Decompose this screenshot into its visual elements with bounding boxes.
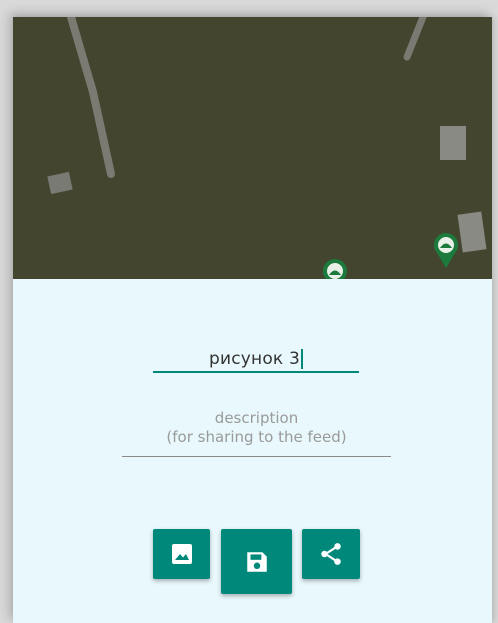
save-button[interactable] xyxy=(221,529,292,594)
drawing-name-input[interactable]: рисунок 3 xyxy=(153,343,359,373)
save-icon xyxy=(246,551,267,572)
image-icon xyxy=(171,544,192,564)
map-view[interactable] xyxy=(13,17,492,279)
map-building xyxy=(440,126,466,160)
add-image-button[interactable] xyxy=(153,529,210,579)
map-canvas xyxy=(47,17,487,279)
map-building xyxy=(47,171,73,195)
share-button[interactable] xyxy=(302,529,360,579)
map-road xyxy=(67,17,115,178)
app-screen: рисунок 3 description (for sharing to th… xyxy=(13,17,492,623)
map-road xyxy=(403,17,427,61)
drawing-form-panel: рисунок 3 description (for sharing to th… xyxy=(13,279,492,623)
text-cursor xyxy=(301,349,304,369)
drawing-name-value: рисунок 3 xyxy=(208,349,301,369)
map-pin-icon[interactable] xyxy=(434,233,458,268)
map-building xyxy=(457,211,487,253)
description-input[interactable]: description (for sharing to the feed) xyxy=(122,409,391,457)
share-icon xyxy=(321,543,341,565)
map-pin-icon[interactable] xyxy=(323,259,347,279)
